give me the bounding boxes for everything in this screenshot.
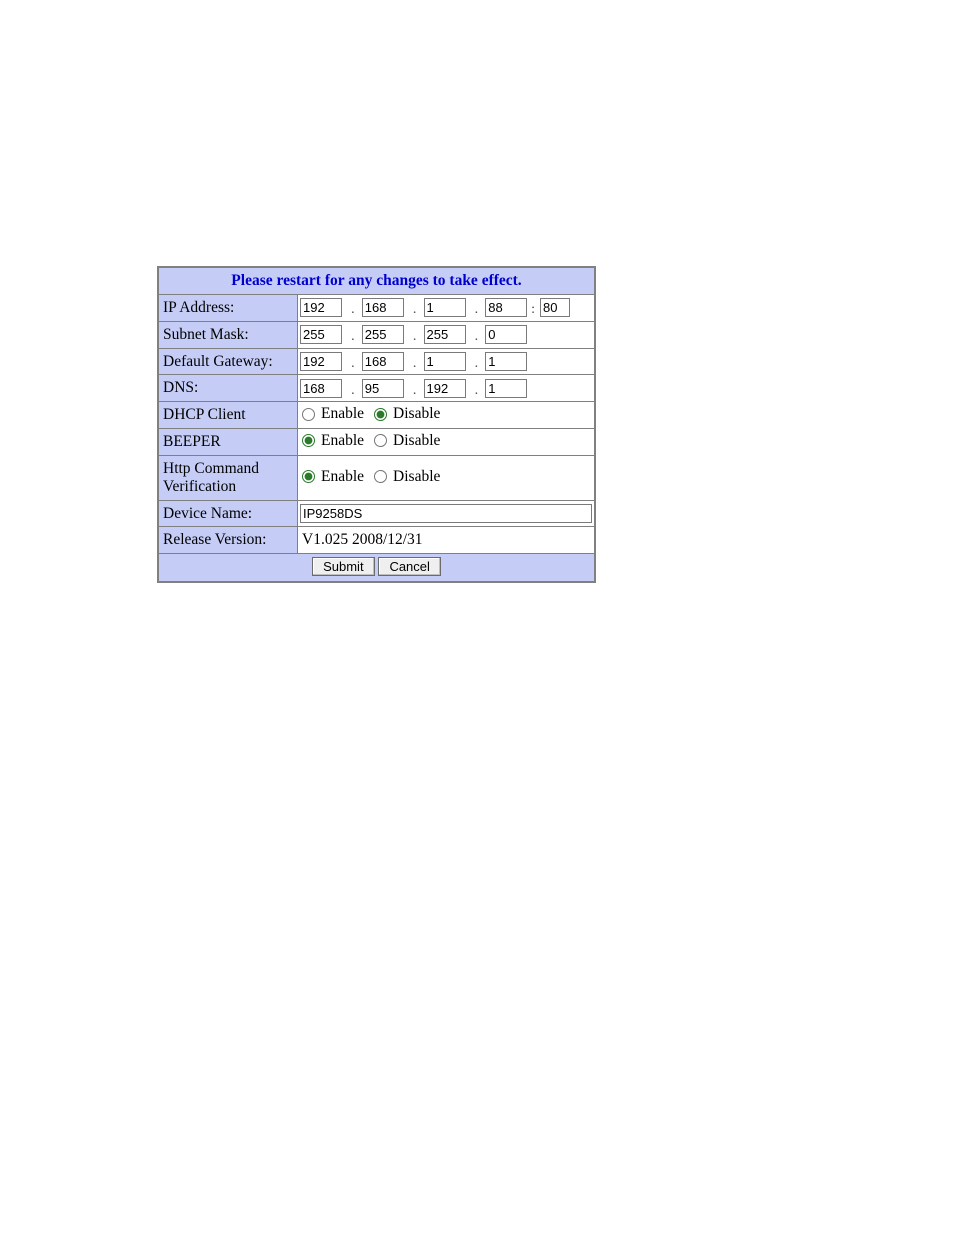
gateway-octet-4[interactable]: [485, 352, 527, 371]
disable-label: Disable: [393, 469, 440, 485]
release-version-row: V1.025 2008/12/31: [298, 527, 596, 554]
httpcmd-enable-option[interactable]: Enable: [302, 469, 364, 485]
dhcp-client-row: Enable Disable: [300, 406, 446, 422]
enable-label: Enable: [321, 406, 364, 422]
subnet-octet-2[interactable]: [362, 325, 404, 344]
beeper-enable-radio[interactable]: [302, 434, 315, 447]
dns-label: DNS:: [158, 375, 298, 402]
submit-button[interactable]: Submit: [312, 557, 374, 576]
dns-octet-2[interactable]: [362, 379, 404, 398]
http-command-verification-row: Enable Disable: [300, 469, 446, 485]
httpcmd-disable-radio[interactable]: [374, 470, 387, 483]
enable-label: Enable: [321, 433, 364, 449]
httpcmd-disable-option[interactable]: Disable: [374, 469, 440, 485]
device-name-label: Device Name:: [158, 500, 298, 527]
subnet-mask-row: . . .: [298, 321, 596, 348]
beeper-label: BEEPER: [158, 429, 298, 456]
disable-label: Disable: [393, 433, 440, 449]
form-actions: Submit Cancel: [158, 554, 595, 583]
dot-separator: .: [346, 357, 358, 371]
gateway-octet-2[interactable]: [362, 352, 404, 371]
beeper-enable-option[interactable]: Enable: [302, 433, 364, 449]
dot-separator: .: [408, 384, 420, 398]
device-name-input[interactable]: [300, 504, 592, 523]
colon-separator: :: [531, 303, 536, 317]
dot-separator: .: [469, 384, 481, 398]
dot-separator: .: [469, 303, 481, 317]
device-name-row: [298, 500, 596, 527]
subnet-octet-3[interactable]: [424, 325, 466, 344]
httpcmd-enable-radio[interactable]: [302, 470, 315, 483]
subnet-octet-1[interactable]: [300, 325, 342, 344]
beeper-row: Enable Disable: [300, 433, 446, 449]
dhcp-enable-radio[interactable]: [302, 408, 315, 421]
dhcp-disable-radio[interactable]: [374, 408, 387, 421]
default-gateway-label: Default Gateway:: [158, 348, 298, 375]
enable-label: Enable: [321, 469, 364, 485]
dns-row: . . .: [298, 375, 596, 402]
dot-separator: .: [408, 357, 420, 371]
ip-octet-2[interactable]: [362, 298, 404, 317]
ip-port[interactable]: [540, 298, 570, 317]
subnet-octet-4[interactable]: [485, 325, 527, 344]
dhcp-disable-option[interactable]: Disable: [374, 406, 440, 422]
dot-separator: .: [346, 303, 358, 317]
ip-address-row: . . . :: [298, 295, 596, 322]
http-command-verification-label: Http Command Verification: [158, 455, 298, 500]
ip-octet-3[interactable]: [424, 298, 466, 317]
dot-separator: .: [408, 330, 420, 344]
dns-octet-4[interactable]: [485, 379, 527, 398]
gateway-octet-3[interactable]: [424, 352, 466, 371]
ip-address-label: IP Address:: [158, 295, 298, 322]
subnet-mask-label: Subnet Mask:: [158, 321, 298, 348]
release-version-value: V1.025 2008/12/31: [300, 532, 423, 548]
dot-separator: .: [469, 357, 481, 371]
beeper-disable-radio[interactable]: [374, 434, 387, 447]
restart-notice: Please restart for any changes to take e…: [158, 267, 595, 295]
ip-octet-1[interactable]: [300, 298, 342, 317]
beeper-disable-option[interactable]: Disable: [374, 433, 440, 449]
dot-separator: .: [346, 330, 358, 344]
dhcp-enable-option[interactable]: Enable: [302, 406, 364, 422]
cancel-button[interactable]: Cancel: [378, 557, 440, 576]
gateway-octet-1[interactable]: [300, 352, 342, 371]
dot-separator: .: [469, 330, 481, 344]
dns-octet-3[interactable]: [424, 379, 466, 398]
dhcp-client-label: DHCP Client: [158, 402, 298, 429]
dot-separator: .: [346, 384, 358, 398]
network-config-table: Please restart for any changes to take e…: [157, 266, 596, 583]
default-gateway-row: . . .: [298, 348, 596, 375]
dns-octet-1[interactable]: [300, 379, 342, 398]
ip-octet-4[interactable]: [485, 298, 527, 317]
disable-label: Disable: [393, 406, 440, 422]
dot-separator: .: [408, 303, 420, 317]
release-version-label: Release Version:: [158, 527, 298, 554]
